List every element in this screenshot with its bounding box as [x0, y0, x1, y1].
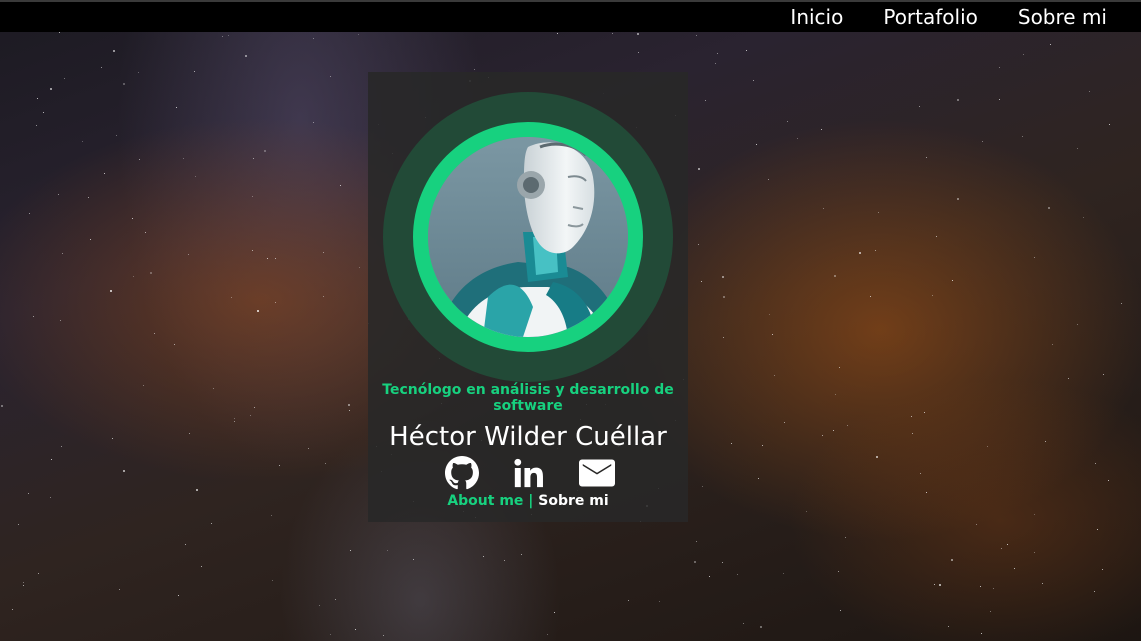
avatar-ring — [413, 122, 643, 352]
nav-link-portafolio[interactable]: Portafolio — [883, 4, 978, 30]
mail-icon[interactable] — [579, 458, 615, 488]
about-me-link[interactable]: About me — [447, 493, 523, 509]
about-links: About me | Sobre mi — [368, 493, 688, 509]
profile-subtitle: Tecnólogo en análisis y desarrollo de so… — [382, 382, 674, 414]
about-separator: | — [528, 493, 534, 509]
main-nav: Inicio Portafolio Sobre mi — [750, 4, 1107, 30]
top-navigation-bar: Inicio Portafolio Sobre mi — [0, 0, 1141, 32]
nav-link-sobre-mi[interactable]: Sobre mi — [1018, 4, 1107, 30]
profile-card: Tecnólogo en análisis y desarrollo de so… — [368, 72, 688, 522]
social-links — [445, 455, 615, 491]
avatar — [428, 137, 628, 337]
robot-portrait-image — [428, 137, 628, 337]
nav-link-inicio[interactable]: Inicio — [790, 4, 843, 30]
avatar-outer-circle — [383, 92, 673, 382]
github-icon[interactable] — [445, 456, 479, 490]
linkedin-icon[interactable] — [512, 456, 546, 490]
sobre-mi-link[interactable]: Sobre mi — [538, 493, 608, 509]
profile-name: Héctor Wilder Cuéllar — [389, 422, 667, 452]
